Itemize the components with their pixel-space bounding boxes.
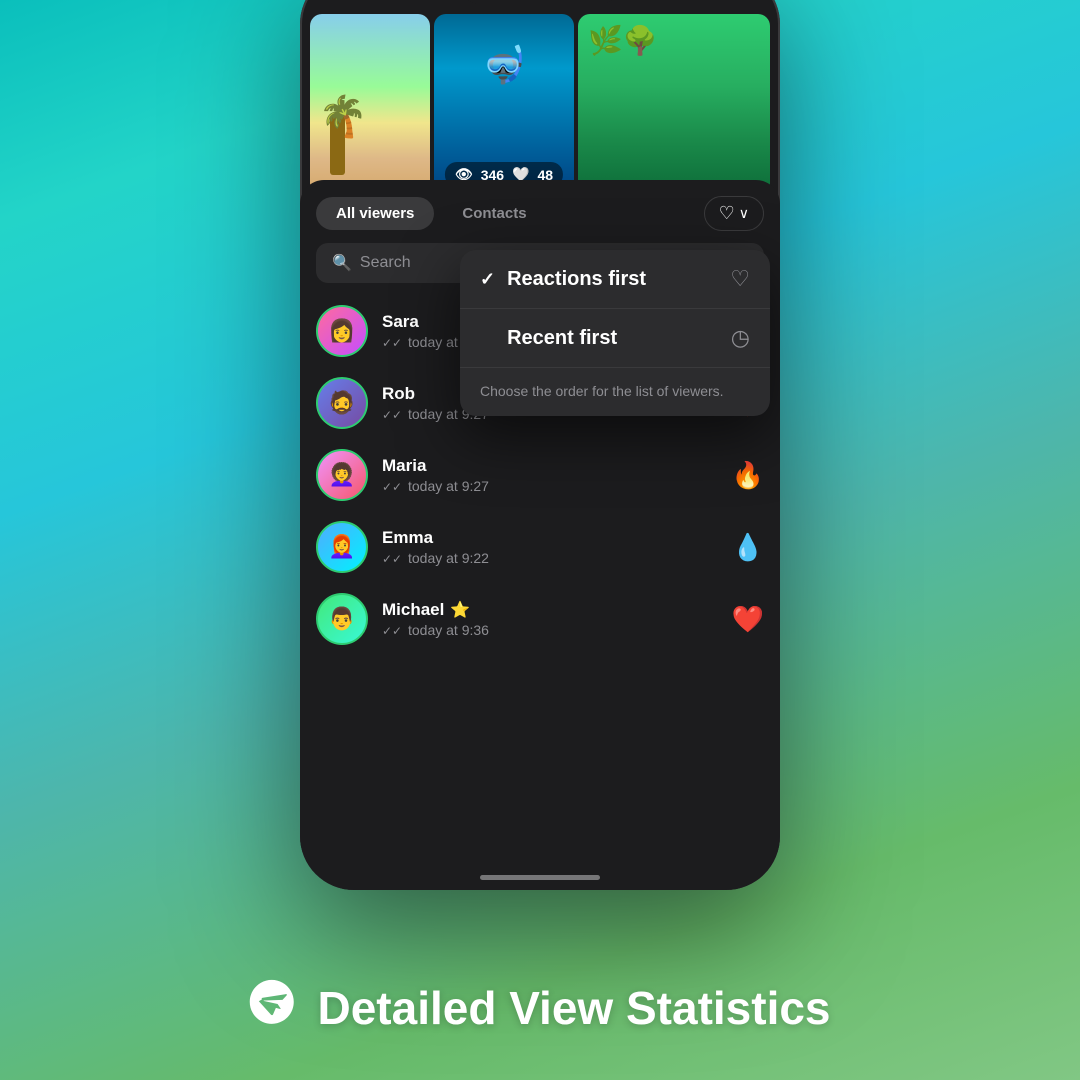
- clock-icon: ◷: [731, 325, 750, 351]
- underwater-image: 🤿 👁 346 🤍 48: [434, 14, 574, 195]
- heart-icon: ♡: [730, 266, 750, 292]
- viewer-name: Maria: [382, 456, 718, 476]
- dropdown-description: Choose the order for the list of viewers…: [460, 367, 770, 416]
- reaction-emoji: 🔥: [732, 460, 764, 491]
- viewer-info: Michael ⭐ ✓✓ today at 9:36: [382, 600, 718, 638]
- tab-contacts[interactable]: Contacts: [442, 197, 546, 230]
- sort-button[interactable]: ♡ ∨: [704, 196, 764, 231]
- telegram-icon: [237, 966, 315, 1048]
- premium-badge: ⭐: [450, 600, 470, 620]
- promo-text: Detailed View Statistics: [317, 981, 830, 1035]
- island-image: 🌿🌳: [578, 14, 770, 195]
- chevron-down-icon: ∨: [739, 205, 749, 222]
- avatar: 👩‍🦱: [316, 449, 368, 501]
- viewer-time: ✓✓ today at 9:36: [382, 622, 718, 638]
- viewer-info: Emma ✓✓ today at 9:22: [382, 528, 718, 566]
- avatar: 👨: [316, 593, 368, 645]
- tab-all-viewers[interactable]: All viewers: [316, 197, 434, 230]
- recent-first-label: Recent first: [507, 327, 731, 350]
- reaction-emoji: ❤️: [732, 604, 764, 635]
- island-trees: 🌿🌳: [588, 24, 658, 57]
- sort-dropdown: ✓ Reactions first ♡ ✓ Recent first ◷ Cho…: [460, 250, 770, 416]
- viewer-time: ✓✓ today at 9:22: [382, 550, 718, 566]
- avatar: 🧔: [316, 377, 368, 429]
- list-item[interactable]: 👩‍🦰 Emma ✓✓ today at 9:22 💧: [316, 511, 764, 583]
- phone-frame: 🤿 👁 346 🤍 48 🌿🌳 All viewers Co: [300, 0, 780, 890]
- search-placeholder: Search: [360, 254, 411, 272]
- search-icon: 🔍: [332, 253, 352, 273]
- list-item[interactable]: 👩‍🦱 Maria ✓✓ today at 9:27 🔥: [316, 439, 764, 511]
- dropdown-item-reactions-first[interactable]: ✓ Reactions first ♡: [460, 250, 770, 309]
- reactions-first-label: Reactions first: [507, 268, 730, 291]
- viewer-name: Emma: [382, 528, 718, 548]
- home-indicator: [480, 875, 600, 880]
- list-item[interactable]: 👨 Michael ⭐ ✓✓ today at 9:36 ❤️: [316, 583, 764, 655]
- viewer-name: Michael ⭐: [382, 600, 718, 620]
- images-row: 🤿 👁 346 🤍 48 🌿🌳: [300, 0, 780, 195]
- reaction-emoji: 💧: [732, 532, 764, 563]
- dropdown-item-recent-first[interactable]: ✓ Recent first ◷: [460, 309, 770, 367]
- background: 🤿 👁 346 🤍 48 🌿🌳 All viewers Co: [0, 0, 1080, 1080]
- beach-image: [310, 14, 430, 195]
- heart-sort-icon: ♡: [719, 203, 735, 224]
- avatar: 👩: [316, 305, 368, 357]
- diver-icon: 🤿: [482, 44, 527, 86]
- promo-section: Detailed View Statistics: [0, 975, 1080, 1040]
- phone-notch: [460, 0, 620, 4]
- viewer-time: ✓✓ today at 9:27: [382, 478, 718, 494]
- check-icon: ✓: [480, 269, 495, 290]
- viewer-info: Maria ✓✓ today at 9:27: [382, 456, 718, 494]
- tabs-row: All viewers Contacts ♡ ∨: [300, 196, 780, 231]
- avatar: 👩‍🦰: [316, 521, 368, 573]
